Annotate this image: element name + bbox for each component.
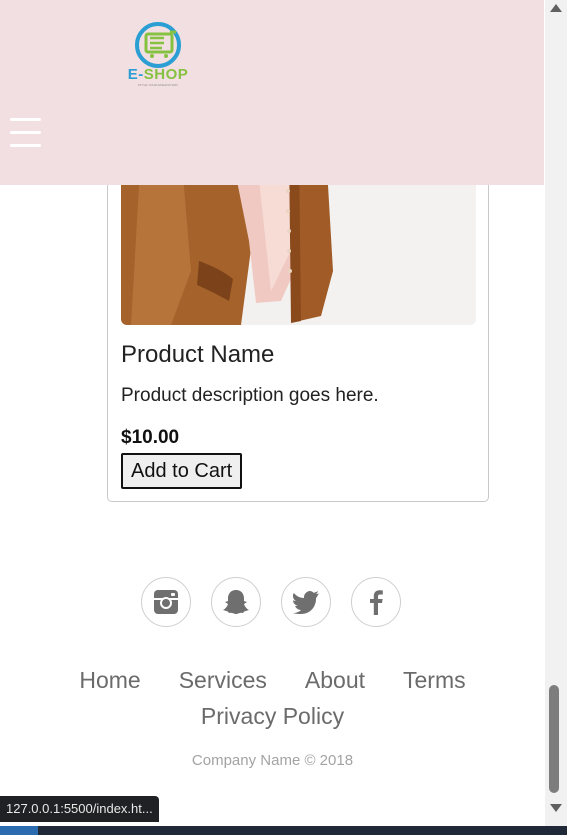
- site-header: E-SHOP STYLE YOUR FASHION WAY: [0, 0, 544, 185]
- link-status-url: 127.0.0.1:5500/index.ht...: [0, 796, 159, 822]
- facebook-icon: [370, 590, 383, 615]
- snapchat-button[interactable]: [211, 577, 261, 627]
- vertical-scrollbar[interactable]: [545, 0, 567, 826]
- twitter-icon: [293, 591, 319, 614]
- page-viewport: Product Name Product description goes he…: [0, 0, 545, 826]
- product-price: $10.00: [121, 427, 180, 448]
- logo-wordmark: E-SHOP: [124, 66, 192, 83]
- instagram-button[interactable]: [141, 577, 191, 627]
- logo-brand-prefix: E-: [127, 66, 144, 83]
- footer-link-services[interactable]: Services: [179, 667, 267, 693]
- product-description: Product description goes here.: [121, 385, 379, 406]
- social-links: [141, 577, 403, 629]
- scroll-down-icon[interactable]: [549, 802, 563, 814]
- hamburger-menu-icon[interactable]: [10, 118, 42, 150]
- copyright-text: Company Name © 2018: [191, 752, 354, 769]
- instagram-icon: [154, 590, 178, 614]
- add-to-cart-button[interactable]: Add to Cart: [121, 453, 243, 489]
- eshop-logo[interactable]: E-SHOP STYLE YOUR FASHION WAY: [124, 22, 192, 92]
- scroll-up-icon[interactable]: [549, 2, 563, 14]
- logo-brand-suffix: SHOP: [143, 66, 189, 83]
- footer-link-about[interactable]: About: [305, 667, 365, 693]
- cart-logo-icon: [135, 22, 181, 68]
- snapchat-icon: [223, 590, 249, 614]
- scrollbar-thumb[interactable]: [549, 685, 559, 793]
- facebook-button[interactable]: [351, 577, 401, 627]
- twitter-button[interactable]: [281, 577, 331, 627]
- product-name: Product Name: [121, 341, 275, 368]
- footer-link-terms[interactable]: Terms: [403, 667, 466, 693]
- footer-link-privacy-policy[interactable]: Privacy Policy: [201, 703, 344, 729]
- taskbar: [0, 826, 567, 835]
- footer-nav: Home Services About Terms Privacy Policy: [0, 662, 545, 734]
- taskbar-accent: [0, 826, 38, 835]
- footer-link-home[interactable]: Home: [79, 667, 140, 693]
- product-card: Product Name Product description goes he…: [107, 150, 489, 502]
- logo-tagline: STYLE YOUR FASHION WAY: [137, 83, 179, 87]
